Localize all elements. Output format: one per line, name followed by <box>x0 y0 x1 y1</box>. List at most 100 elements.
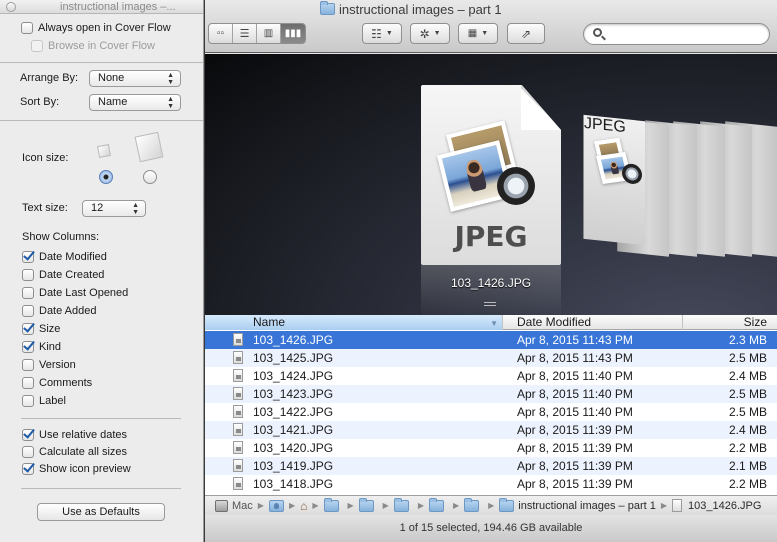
column-header-size[interactable]: Size <box>683 315 767 330</box>
path-item-folder[interactable] <box>464 497 483 512</box>
show-column-checkbox-date-created[interactable]: Date Created <box>22 269 104 281</box>
share-button[interactable]: ⇗ <box>507 23 545 44</box>
file-row[interactable]: 103_1424.JPG Apr 8, 2015 11:40 PM 2.4 MB <box>205 367 777 385</box>
list-view-button[interactable]: ☰ <box>233 24 257 43</box>
checkbox[interactable] <box>22 463 34 475</box>
column-header-date-modified[interactable]: Date Modified <box>503 315 683 330</box>
arrange-by-value: None <box>98 72 125 84</box>
file-row[interactable]: 103_1420.JPG Apr 8, 2015 11:39 PM 2.2 MB <box>205 439 777 457</box>
show-column-checkbox-date-last-opened[interactable]: Date Last Opened <box>22 287 128 299</box>
divider <box>21 418 181 419</box>
file-name: 103_1425.JPG <box>253 351 334 365</box>
checkbox[interactable] <box>22 446 34 458</box>
file-size: 2.5 MB <box>728 351 767 365</box>
checkbox[interactable] <box>31 40 43 52</box>
checkbox-label: Date Created <box>39 269 105 281</box>
file-name: 103_1426.JPG <box>253 333 334 347</box>
column-header-label: Name <box>253 315 286 329</box>
checkbox-label: Show icon preview <box>39 463 131 475</box>
file-date-modified: Apr 8, 2015 11:40 PM <box>517 405 633 419</box>
path-item-disk[interactable]: Mac <box>215 499 253 512</box>
cover-flow-icon: ▮▮▮ <box>284 28 302 39</box>
path-item-folder[interactable] <box>358 497 378 512</box>
file-row[interactable]: 103_1426.JPG Apr 8, 2015 11:43 PM 2.3 MB <box>205 331 777 349</box>
text-size-value: 12 <box>91 202 104 214</box>
option-checkbox-use-relative-dates[interactable]: Use relative dates <box>22 429 127 441</box>
cover-flow-view-button[interactable]: ▮▮▮ <box>281 24 305 43</box>
file-row[interactable]: 103_1418.JPG Apr 8, 2015 11:39 PM 2.2 MB <box>205 475 777 493</box>
cover-flow-view[interactable]: JPEG JPEG 103_1426.JPG <box>205 54 777 315</box>
sort-by-value: Name <box>98 96 128 108</box>
arrange-by-select[interactable]: None ▲ ▼ <box>89 70 181 87</box>
file-row[interactable]: 103_1422.JPG Apr 8, 2015 11:40 PM 2.5 MB <box>205 403 777 421</box>
search-field[interactable] <box>583 23 770 45</box>
checkbox[interactable] <box>22 341 34 353</box>
file-date-modified: Apr 8, 2015 11:39 PM <box>517 441 633 455</box>
folder-icon <box>358 497 374 512</box>
show-column-checkbox-date-modified[interactable]: Date Modified <box>22 251 107 263</box>
text-size-select[interactable]: 12 ▲ ▼ <box>82 200 146 217</box>
jpeg-file-icon <box>233 369 243 382</box>
path-separator-icon: ▶ <box>417 501 424 510</box>
checkbox[interactable] <box>22 251 34 263</box>
arrange-menu-button[interactable]: ☷ ▼ <box>362 23 402 44</box>
file-row[interactable]: 103_1425.JPG Apr 8, 2015 11:43 PM 2.5 MB <box>205 349 777 367</box>
file-date-modified: Apr 8, 2015 11:40 PM <box>517 369 633 383</box>
always-open-cover-flow-checkbox[interactable]: Always open in Cover Flow <box>21 22 171 34</box>
close-button[interactable] <box>6 2 16 12</box>
path-item-label: Mac <box>232 499 253 512</box>
path-separator-icon: ▶ <box>660 501 668 510</box>
column-header-name[interactable]: Name ▼ <box>205 315 503 330</box>
path-item-folder[interactable] <box>323 497 343 512</box>
show-column-checkbox-version[interactable]: Version <box>22 359 76 371</box>
path-item-home[interactable]: ⌂ <box>300 500 307 512</box>
file-name-cell: 103_1418.JPG <box>205 475 503 493</box>
resize-handle[interactable] <box>484 302 496 306</box>
checkbox[interactable] <box>22 377 34 389</box>
checkbox[interactable] <box>22 359 34 371</box>
path-item-folder[interactable] <box>428 497 448 512</box>
path-separator-icon: ▶ <box>382 501 389 510</box>
show-column-checkbox-size[interactable]: Size <box>22 323 60 335</box>
checkbox[interactable] <box>22 305 34 317</box>
checkbox[interactable] <box>22 395 34 407</box>
selected-cover-flow-item[interactable]: JPEG <box>421 85 561 265</box>
cover-flow-item[interactable]: JPEG <box>583 114 645 246</box>
path-item-folder[interactable] <box>393 497 413 512</box>
checkbox[interactable] <box>22 429 34 441</box>
panel-titlebar[interactable]: instructional images –... <box>0 0 203 14</box>
file-row[interactable]: 103_1421.JPG Apr 8, 2015 11:39 PM 2.4 MB <box>205 421 777 439</box>
path-item-users[interactable] <box>268 499 284 512</box>
icon-view-button[interactable]: ▫▫ <box>209 24 233 43</box>
use-as-defaults-button[interactable]: Use as Defaults <box>37 503 165 521</box>
search-input[interactable] <box>608 26 758 42</box>
loupe-icon <box>622 162 642 185</box>
jpeg-file-icon <box>233 405 243 418</box>
show-column-checkbox-kind[interactable]: Kind <box>22 341 61 353</box>
up-down-arrows-icon: ▲ ▼ <box>132 202 139 216</box>
checkbox[interactable] <box>22 287 34 299</box>
option-checkbox-calculate-all-sizes[interactable]: Calculate all sizes <box>22 446 127 458</box>
browse-cover-flow-checkbox[interactable]: Browse in Cover Flow <box>31 40 155 52</box>
chevron-down-icon: ▼ <box>385 30 393 37</box>
icon-size-small-radio[interactable] <box>99 170 113 184</box>
file-name: 103_1424.JPG <box>253 369 334 383</box>
path-item-file[interactable]: 103_1426.JPG <box>672 499 761 512</box>
icon-size-large-radio[interactable] <box>143 170 157 184</box>
file-name-cell: 103_1426.JPG <box>205 331 503 349</box>
file-name-cell: 103_1422.JPG <box>205 403 503 421</box>
file-row[interactable]: 103_1423.JPG Apr 8, 2015 11:40 PM 2.5 MB <box>205 385 777 403</box>
file-row[interactable]: 103_1419.JPG Apr 8, 2015 11:39 PM 2.1 MB <box>205 457 777 475</box>
action-menu-button[interactable]: ✲ ▼ <box>410 23 450 44</box>
option-checkbox-show-icon-preview[interactable]: Show icon preview <box>22 463 131 475</box>
checkbox[interactable] <box>22 269 34 281</box>
path-item-current-folder[interactable]: instructional images – part 1 <box>499 497 656 512</box>
show-column-checkbox-date-added[interactable]: Date Added <box>22 305 97 317</box>
show-column-checkbox-label[interactable]: Label <box>22 395 66 407</box>
show-column-checkbox-comments[interactable]: Comments <box>22 377 92 389</box>
column-view-button[interactable]: ▥ <box>257 24 281 43</box>
sort-by-select[interactable]: Name ▲ ▼ <box>89 94 181 111</box>
checkbox[interactable] <box>22 323 34 335</box>
checkbox[interactable] <box>21 22 33 34</box>
view-menu-button[interactable]: ▦ ▼ <box>458 23 498 44</box>
